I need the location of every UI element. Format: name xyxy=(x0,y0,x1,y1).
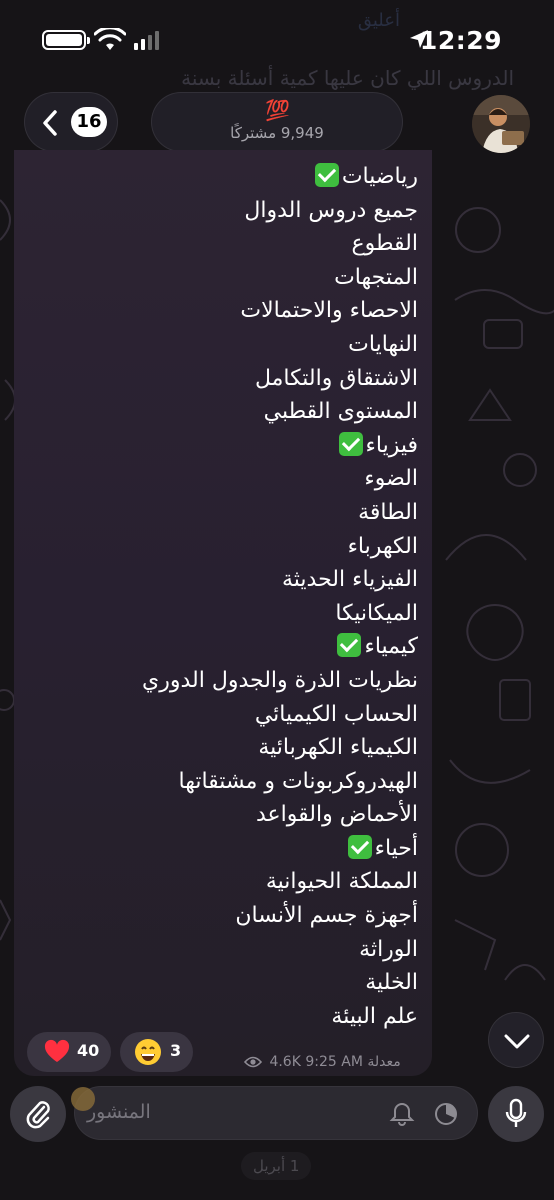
wifi-icon xyxy=(94,28,126,50)
clock-time: 12:29 xyxy=(419,26,502,55)
lesson-item: القطوع xyxy=(24,227,418,261)
subject-heading: فيزياء xyxy=(24,429,418,463)
chevron-down-icon xyxy=(504,1034,530,1049)
message-bubble[interactable]: رياضيات جميع دروس الدوال القطوع المتجهات الا… xyxy=(14,150,432,1076)
lesson-item: الهيدروكربونات و مشتقاتها xyxy=(24,765,419,799)
lesson-item: الاحصاء والاحتمالات xyxy=(24,294,418,328)
line-text: الميكانيكا xyxy=(335,600,418,626)
lesson-item: نظريات الذرة والجدول الدوري xyxy=(24,664,418,698)
line-text: أحياء xyxy=(374,835,418,861)
line-text: الاحصاء والاحتمالات xyxy=(240,298,418,324)
attach-button[interactable] xyxy=(10,1086,66,1142)
lesson-item: الاشتقاق والتكامل xyxy=(24,362,418,396)
lesson-item: المستوى القطبي xyxy=(24,395,418,429)
reaction-heart-count: 40 xyxy=(77,1041,100,1060)
date-divider: 1 أبريل xyxy=(241,1152,312,1180)
subscriber-count: 9,949 مشتركًا xyxy=(230,124,324,142)
line-text: الحساب الكيميائي xyxy=(254,701,418,727)
bell-icon[interactable] xyxy=(389,1101,415,1127)
line-text: القطوع xyxy=(351,231,418,257)
lesson-item: الخلية xyxy=(24,966,418,1000)
lesson-item: علم البيئة xyxy=(24,1000,418,1034)
reaction-grin[interactable]: 3 xyxy=(120,1032,193,1072)
status-bar: 12:29 xyxy=(0,0,554,84)
reaction-heart[interactable]: 40 xyxy=(27,1032,111,1072)
check-mark-icon xyxy=(347,834,372,859)
timer-icon[interactable] xyxy=(433,1101,459,1127)
channel-title-pill[interactable]: 💯 9,949 مشتركًا xyxy=(151,92,403,152)
subject-heading: كيمياء xyxy=(24,630,418,664)
line-text: الكهرباء xyxy=(347,533,418,559)
line-text: الطاقة xyxy=(358,499,418,525)
paperclip-icon xyxy=(26,1101,50,1129)
message-meta: 4.6K 9:25 AM معدلة xyxy=(244,1054,401,1070)
lesson-item: الضوء xyxy=(24,462,418,496)
eye-icon xyxy=(244,1056,262,1068)
check-mark-icon xyxy=(314,163,339,187)
lesson-item: النهايات xyxy=(24,328,418,362)
reaction-grin-count: 3 xyxy=(170,1041,182,1060)
heart-icon xyxy=(44,1039,70,1062)
back-button[interactable]: 16 xyxy=(24,92,118,152)
line-text: الخلية xyxy=(365,970,418,996)
subject-heading: أحياء xyxy=(24,832,418,866)
line-text: الوراثة xyxy=(359,936,418,962)
subject-heading: رياضيات xyxy=(24,160,418,194)
composer-placeholder: المنشور xyxy=(87,1101,151,1123)
line-text: أجهزة جسم الأنسان xyxy=(235,903,418,929)
line-text: نظريات الذرة والجدول الدوري xyxy=(142,667,418,693)
line-text: علم البيئة xyxy=(331,1003,418,1029)
check-mark-icon xyxy=(337,633,362,658)
lesson-item: جميع دروس الدوال xyxy=(24,194,418,228)
channel-avatar[interactable] xyxy=(472,95,530,153)
scroll-to-bottom-button[interactable] xyxy=(488,1012,544,1068)
line-text: الضوء xyxy=(364,466,418,492)
line-text: الكيمياء الكهربائية xyxy=(258,735,418,761)
message-text: رياضيات جميع دروس الدوال القطوع المتجهات الا… xyxy=(24,160,418,1033)
line-text: فيزياء xyxy=(365,432,418,458)
lesson-item: المملكة الحيوانية xyxy=(24,865,418,899)
line-text: الأحماض والقواعد xyxy=(256,802,418,828)
lesson-item: أجهزة جسم الأنسان xyxy=(24,899,418,933)
line-text: كيمياء xyxy=(364,634,418,660)
message-composer[interactable]: المنشور xyxy=(71,1086,478,1140)
avatar-image xyxy=(472,95,530,153)
line-text: النهايات xyxy=(348,331,418,357)
line-text: الاشتقاق والتكامل xyxy=(254,365,418,391)
line-text: جميع دروس الدوال xyxy=(244,197,418,223)
signal-icon xyxy=(134,31,159,50)
grinning-face-icon xyxy=(135,1039,161,1065)
lesson-item: الوراثة xyxy=(24,933,418,967)
lesson-item: الفيزياء الحديثة xyxy=(24,563,418,597)
lesson-item: الأحماض والقواعد xyxy=(24,798,418,832)
edited-label: معدلة xyxy=(367,1054,401,1070)
line-text: رياضيات xyxy=(341,164,418,189)
lesson-item: الحساب الكيميائي xyxy=(24,698,418,732)
lesson-item: الميكانيكا xyxy=(24,597,418,631)
lesson-item: المتجهات xyxy=(24,261,418,295)
view-count: 4.6K xyxy=(269,1054,301,1070)
check-mark-icon xyxy=(338,431,363,456)
microphone-icon xyxy=(505,1098,527,1127)
lesson-item: الكيمياء الكهربائية xyxy=(24,731,418,765)
channel-title: 💯 xyxy=(265,98,290,122)
battery-icon xyxy=(42,30,90,50)
line-text: المستوى القطبي xyxy=(263,399,418,425)
message-time: 9:25 AM xyxy=(305,1054,363,1070)
line-text: المتجهات xyxy=(334,264,418,290)
chevron-left-icon xyxy=(43,110,57,136)
line-text: المملكة الحيوانية xyxy=(265,869,418,895)
line-text: الفيزياء الحديثة xyxy=(281,567,418,593)
microphone-button[interactable] xyxy=(488,1086,544,1142)
lesson-item: الطاقة xyxy=(24,496,418,530)
line-text: الهيدروكربونات و مشتقاتها xyxy=(178,768,419,794)
unread-count-badge: 16 xyxy=(71,107,107,137)
lesson-item: الكهرباء xyxy=(24,530,418,564)
